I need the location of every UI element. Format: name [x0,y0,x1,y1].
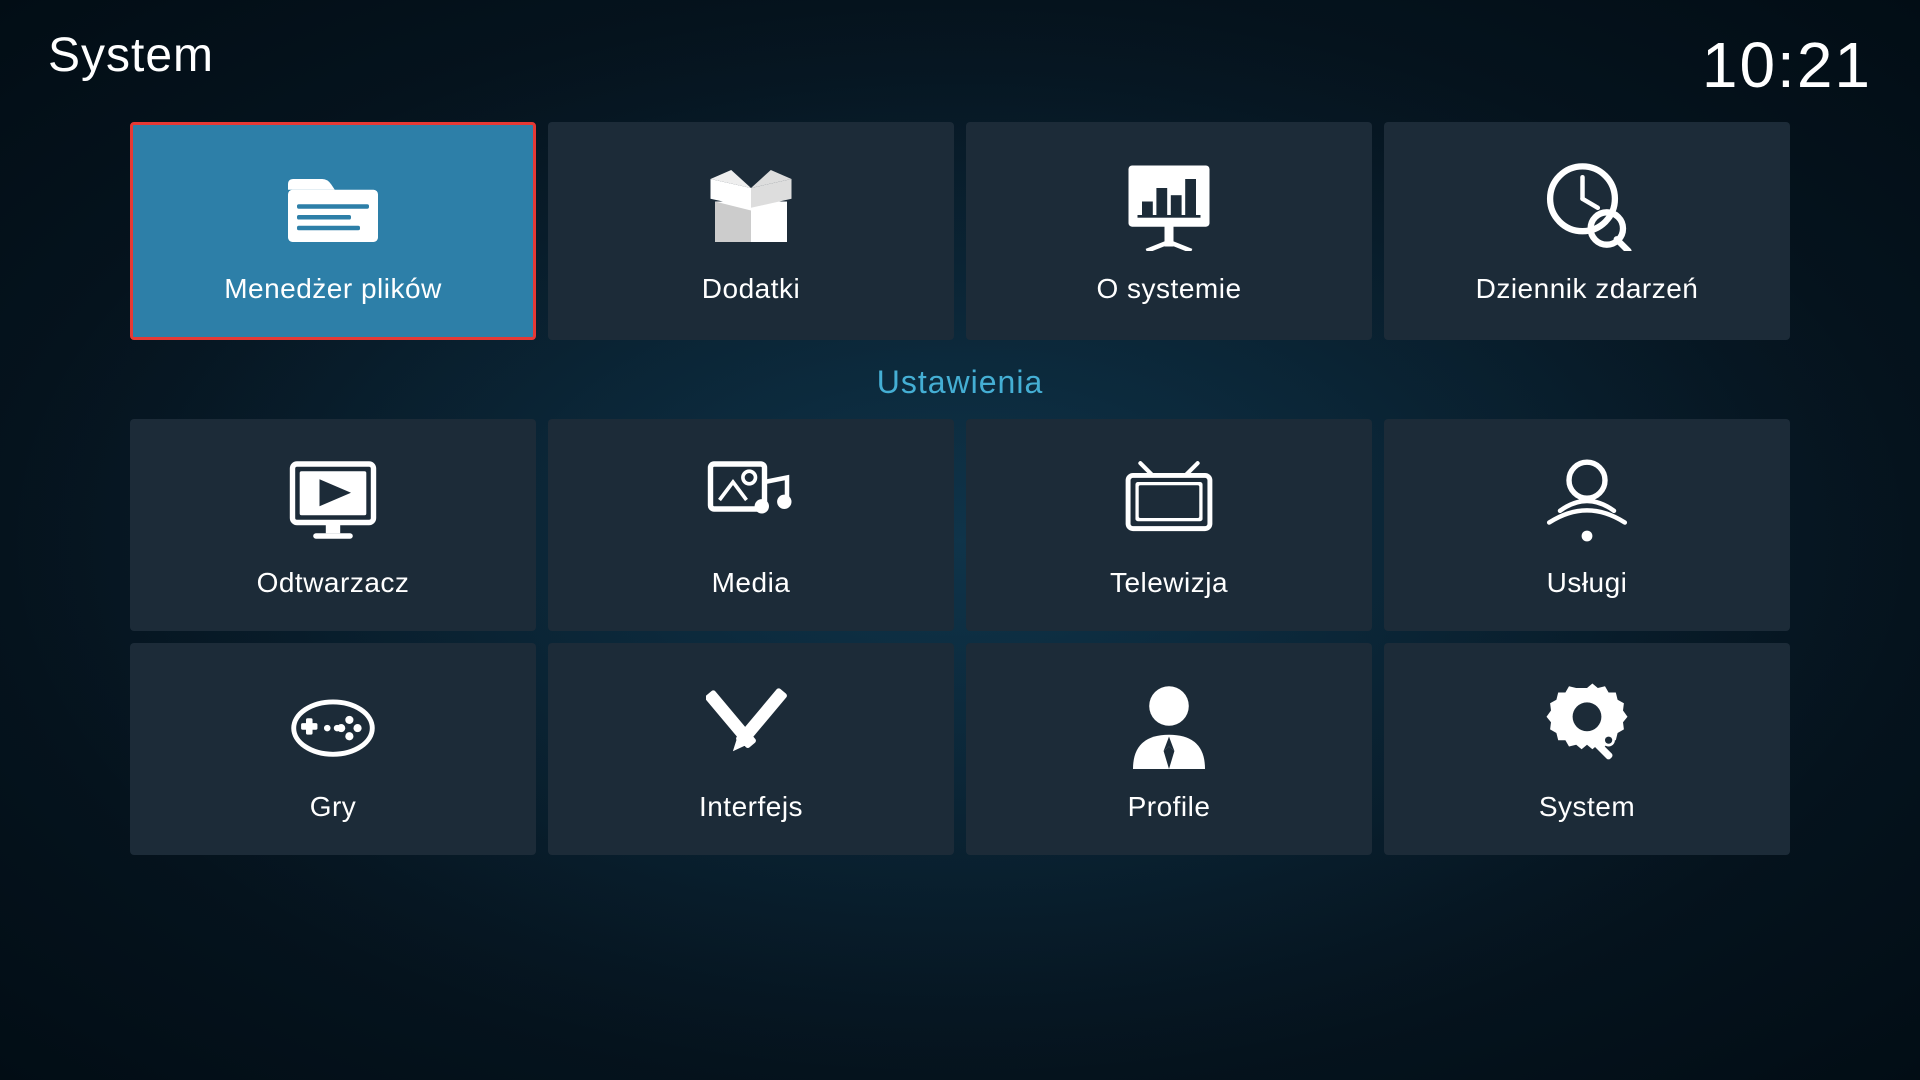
tile-services[interactable]: Usługi [1384,419,1790,631]
top-row: Menedżer plików [130,122,1790,340]
profile-icon [1124,679,1214,769]
tile-player[interactable]: Odtwarzacz [130,419,536,631]
tile-system-label: System [1539,791,1635,823]
tile-services-label: Usługi [1547,567,1628,599]
player-icon [288,455,378,545]
tile-event-log[interactable]: Dziennik zdarzeń [1384,122,1790,340]
section-label: Ustawienia [130,364,1790,401]
clock-display: 10:21 [1702,28,1872,102]
presentation-icon [1124,161,1214,251]
tile-games-label: Gry [310,791,357,823]
tile-event-log-label: Dziennik zdarzeń [1476,273,1699,305]
tile-about-label: O systemie [1096,273,1241,305]
tile-tv-label: Telewizja [1110,567,1228,599]
media-icon [706,455,796,545]
tile-media[interactable]: Media [548,419,954,631]
tile-profiles[interactable]: Profile [966,643,1372,855]
page-title: System [48,28,214,83]
tile-interface[interactable]: Interfejs [548,643,954,855]
tile-games[interactable]: Gry [130,643,536,855]
tile-profiles-label: Profile [1128,791,1211,823]
folder-icon [288,161,378,251]
gamepad-icon [288,679,378,769]
tile-system[interactable]: System [1384,643,1790,855]
tile-file-manager[interactable]: Menedżer plików [130,122,536,340]
tv-icon [1124,455,1214,545]
tile-addons-label: Dodatki [702,273,800,305]
services-icon [1542,455,1632,545]
tile-tv[interactable]: Telewizja [966,419,1372,631]
tile-addons[interactable]: Dodatki [548,122,954,340]
tile-interface-label: Interfejs [699,791,803,823]
box-icon [706,161,796,251]
tile-media-label: Media [712,567,791,599]
tile-player-label: Odtwarzacz [257,567,410,599]
settings-grid: Odtwarzacz Media [130,419,1790,855]
interface-icon [706,679,796,769]
clock-search-icon [1542,161,1632,251]
tile-about[interactable]: O systemie [966,122,1372,340]
tile-file-manager-label: Menedżer plików [224,273,442,305]
system-icon [1542,679,1632,769]
